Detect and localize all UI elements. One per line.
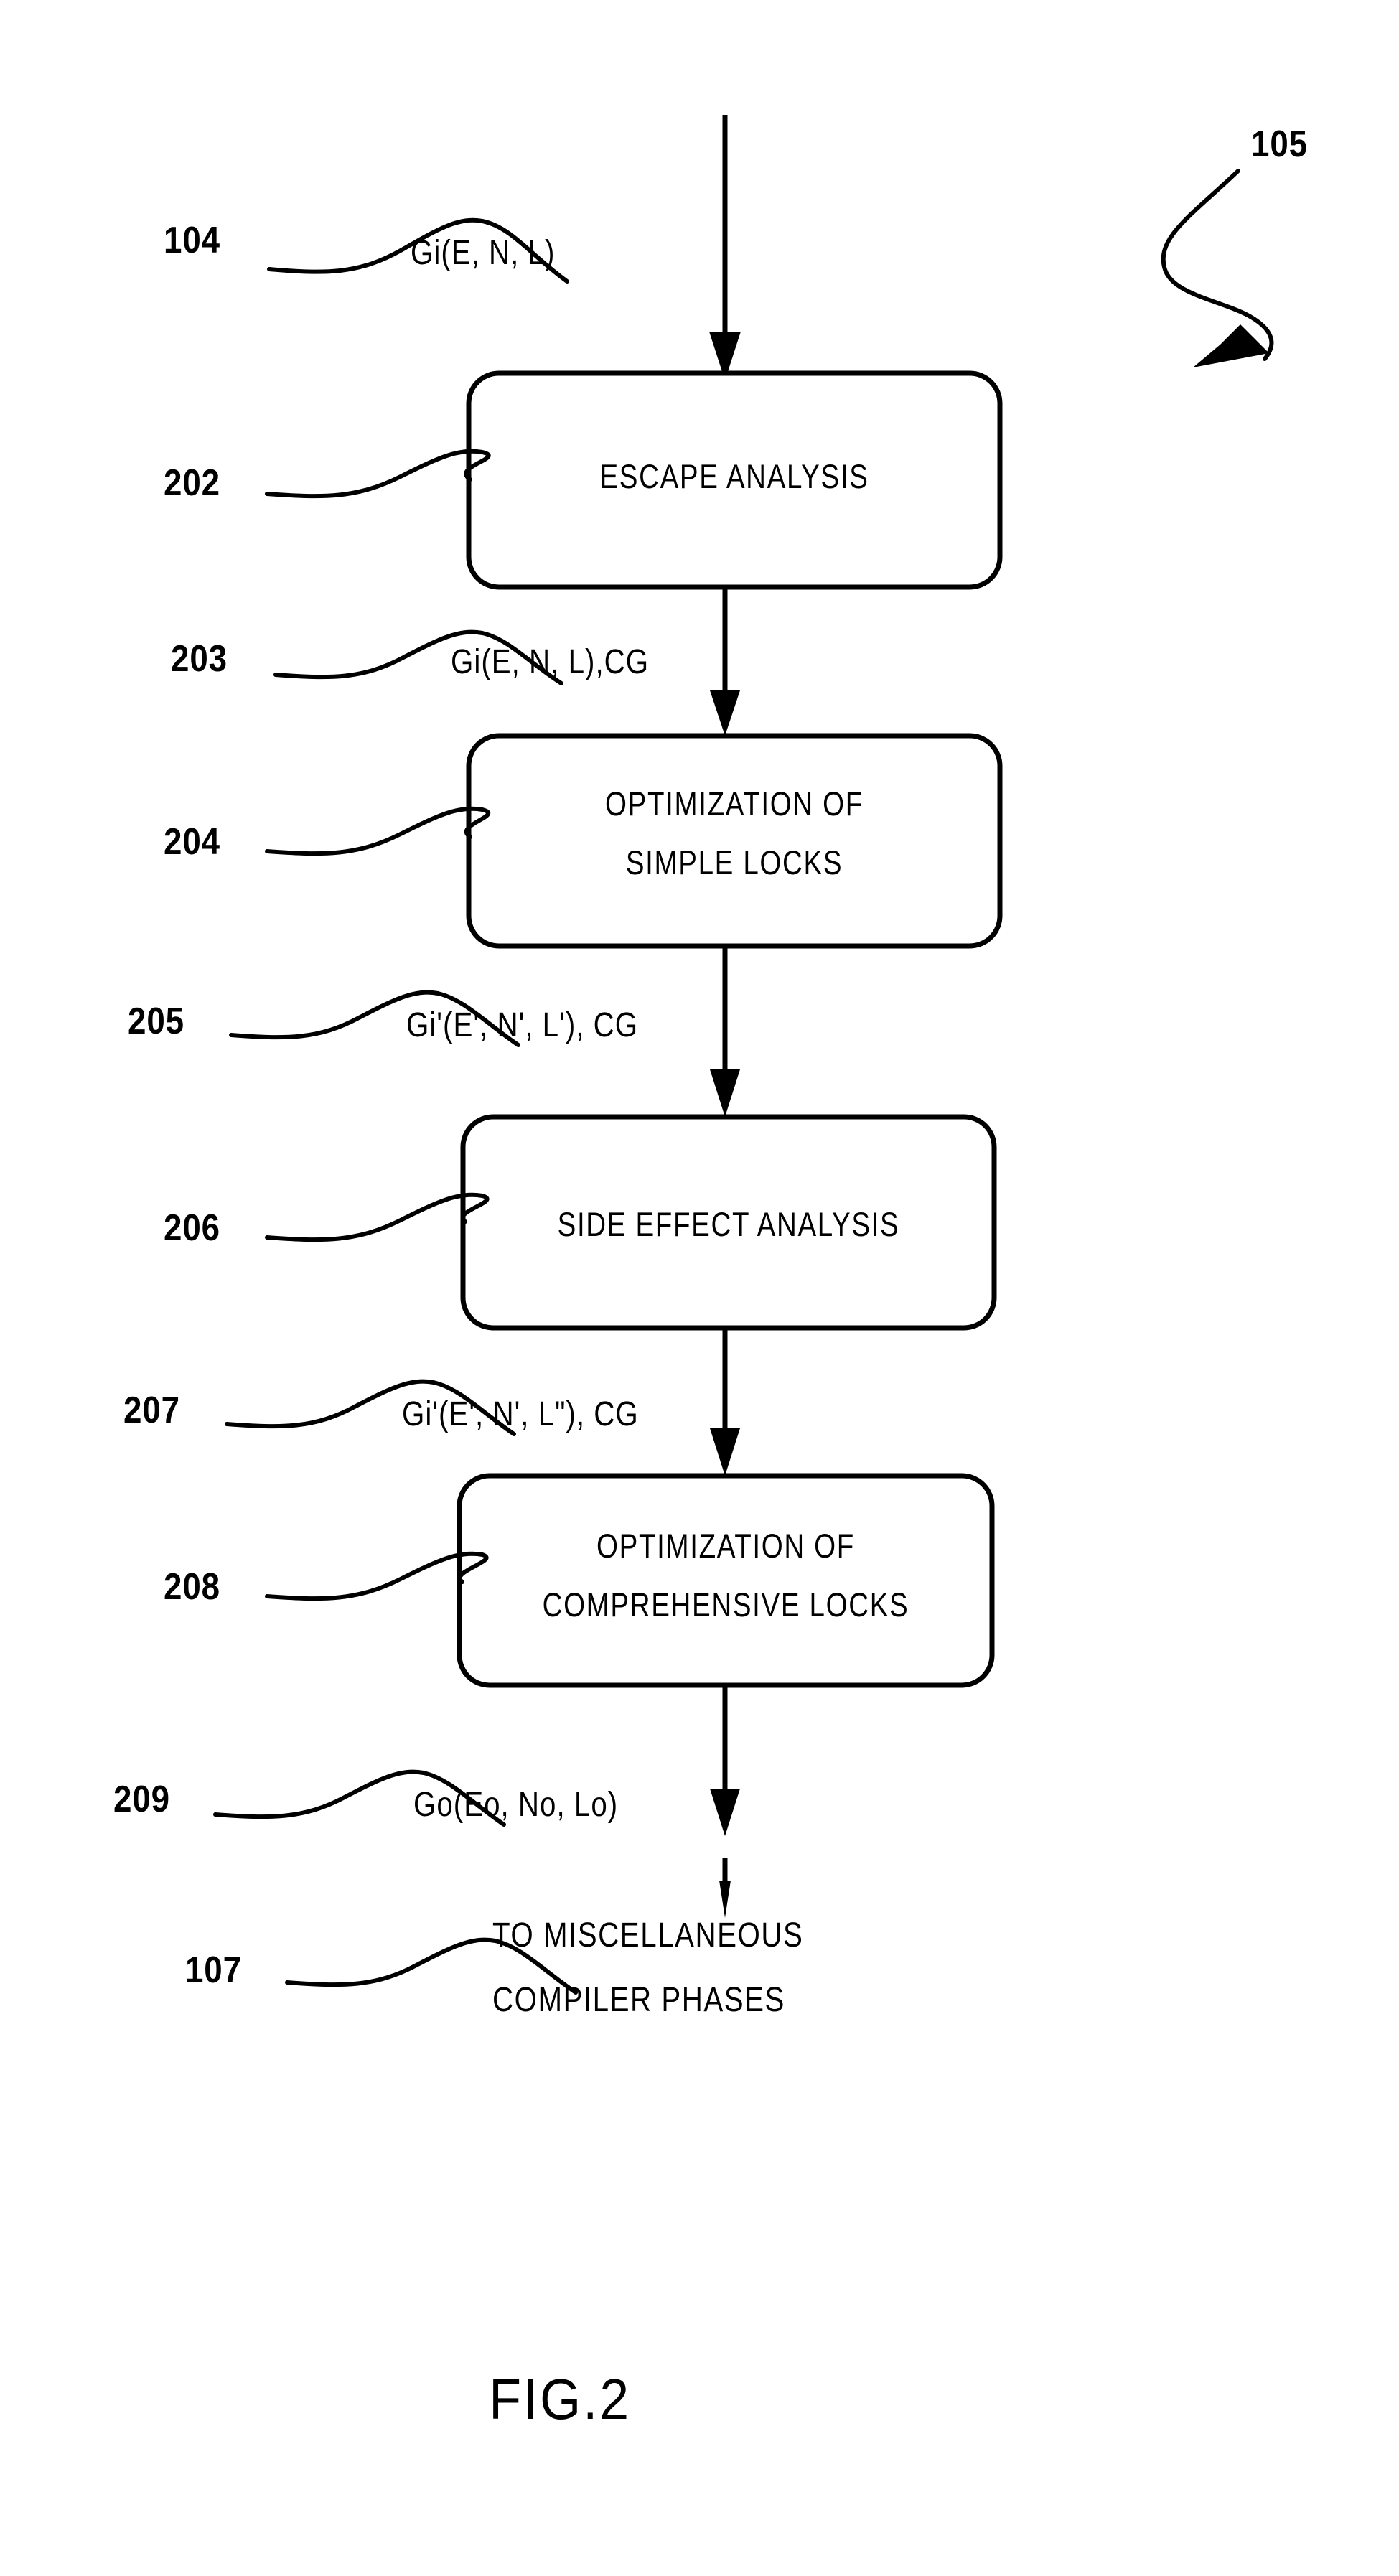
ref-number-209: 209: [113, 1779, 170, 1819]
box-206-line-1: SIDE EFFECT ANALYSIS: [558, 1206, 900, 1243]
arrowhead-terminal-stub: [719, 1881, 731, 1918]
flowchart-diagram: 105 104 Gi(E, N, L) ESCAPE ANALYSIS 202 …: [113, 115, 1308, 2432]
ref-annotation-204: 204: [164, 806, 491, 863]
ref-annotation-208: 208: [164, 1551, 489, 1608]
ref-number-107: 107: [185, 1949, 242, 1990]
ref-number-206: 206: [164, 1207, 220, 1248]
ref-number-105: 105: [1251, 123, 1308, 164]
input-label-104: Gi(E, N, L): [411, 234, 555, 272]
arrowhead-105: [1193, 324, 1269, 367]
edge-annotation-205: 205 Gi'(E', N', L'), CG: [128, 990, 638, 1047]
terminal-line-1: TO MISCELLANEOUS: [492, 1916, 803, 1954]
box-208-line-1: OPTIMIZATION OF: [596, 1527, 855, 1565]
box-202-line-1: ESCAPE ANALYSIS: [599, 458, 869, 495]
arrowhead-208-terminal: [710, 1789, 740, 1836]
process-box-202[interactable]: ESCAPE ANALYSIS: [466, 370, 1003, 590]
process-box-208[interactable]: OPTIMIZATION OF COMPREHENSIVE LOCKS: [457, 1473, 995, 1688]
leader-line-105: [1161, 169, 1274, 361]
leader-line-208: [265, 1551, 489, 1601]
ref-annotation-202: 202: [164, 449, 491, 504]
box-204-line-2: SIMPLE LOCKS: [626, 844, 843, 881]
ref-annotation-206: 206: [164, 1192, 490, 1249]
edge-label-205: Gi'(E', N', L'), CG: [406, 1006, 638, 1044]
ref-number-202: 202: [164, 462, 220, 503]
process-box-204[interactable]: OPTIMIZATION OF SIMPLE LOCKS: [466, 733, 1003, 949]
box-shape-204[interactable]: [466, 733, 1003, 949]
leader-line-204: [265, 806, 491, 856]
terminal-annotation-107: 107 TO MISCELLANEOUS COMPILER PHASES: [185, 1916, 803, 2019]
leader-line-202: [265, 449, 491, 499]
terminal-line-2: COMPILER PHASES: [492, 1981, 785, 2019]
edge-annotation-209: 209 Go(Eo, No, Lo): [113, 1769, 618, 1827]
edge-annotation-207: 207 Gi'(E', N', L"), CG: [123, 1379, 639, 1436]
ref-number-204: 204: [164, 821, 220, 862]
ref-number-207: 207: [123, 1390, 180, 1430]
ref-number-205: 205: [128, 1001, 184, 1041]
figure-caption: FIG.2: [489, 2367, 631, 2432]
edge-label-203: Gi(E, N, L),CG: [451, 643, 649, 681]
arrowhead-206-208: [710, 1428, 740, 1476]
patent-figure: 105 104 Gi(E, N, L) ESCAPE ANALYSIS 202 …: [0, 0, 1399, 2576]
arrowhead-202-204: [710, 690, 740, 736]
leader-line-206: [265, 1192, 490, 1242]
overall-reference-105: 105: [1161, 123, 1308, 367]
ref-number-104: 104: [164, 220, 220, 261]
edge-label-207: Gi'(E', N', L"), CG: [402, 1395, 639, 1433]
input-annotation-104: 104 Gi(E, N, L): [164, 217, 569, 284]
arrowhead-204-206: [710, 1069, 740, 1117]
box-shape-208[interactable]: [457, 1473, 995, 1688]
ref-number-208: 208: [164, 1566, 220, 1607]
edge-annotation-203: 203 Gi(E, N, L),CG: [171, 629, 649, 685]
ref-number-203: 203: [171, 638, 228, 679]
box-208-line-2: COMPREHENSIVE LOCKS: [543, 1586, 909, 1624]
process-box-206[interactable]: SIDE EFFECT ANALYSIS: [460, 1114, 997, 1331]
edge-label-209: Go(Eo, No, Lo): [413, 1786, 618, 1824]
box-204-line-1: OPTIMIZATION OF: [605, 785, 864, 823]
